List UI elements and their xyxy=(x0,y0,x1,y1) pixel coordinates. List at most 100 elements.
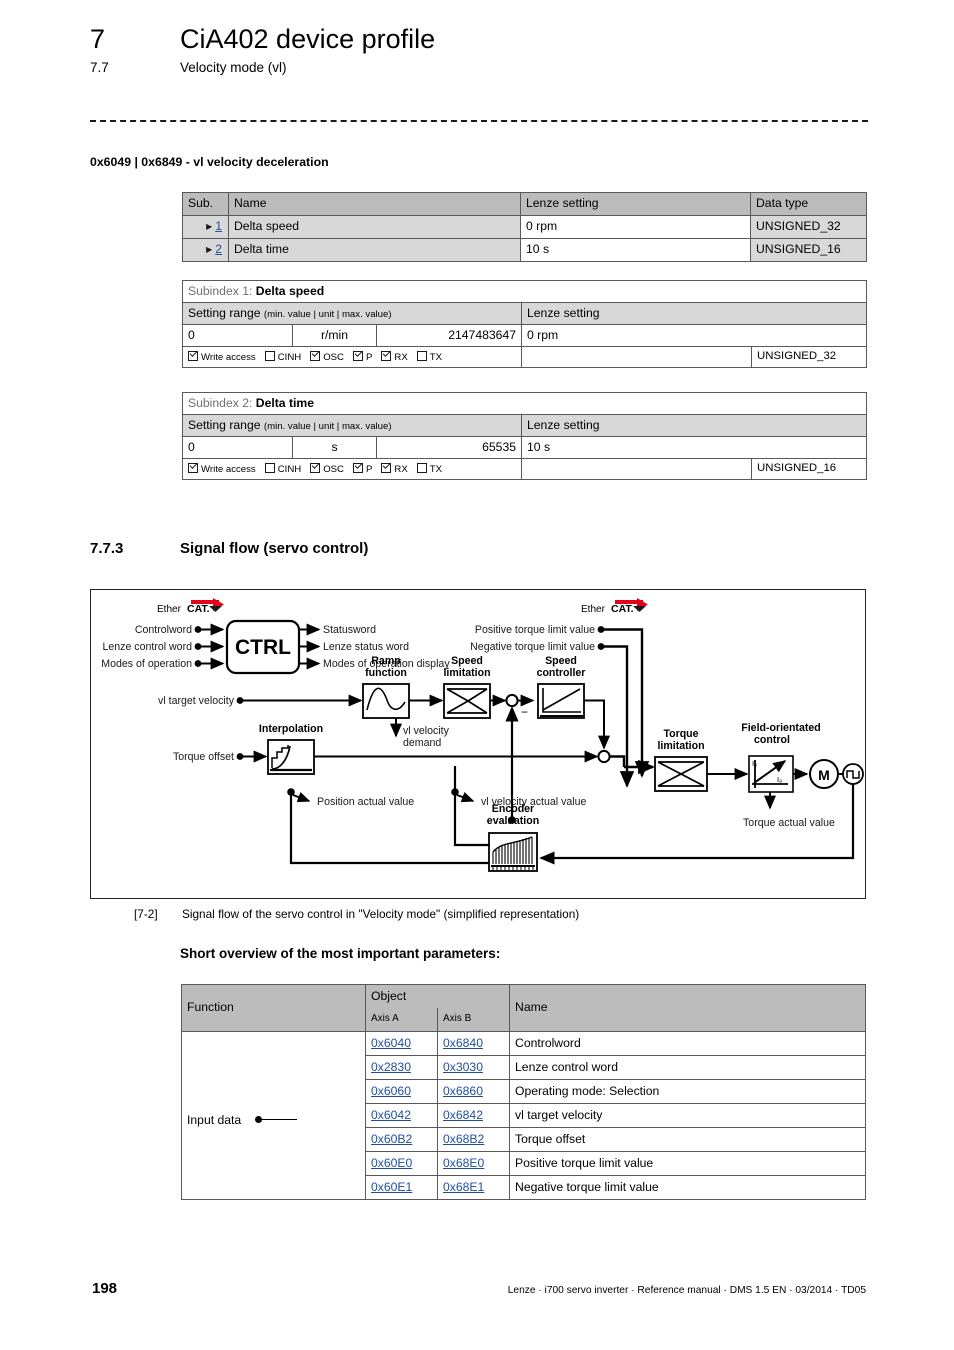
object-link-axis-b[interactable]: 0x68B2 xyxy=(443,1132,484,1146)
flag-label: OSC xyxy=(323,351,344,363)
flag-label: RX xyxy=(394,351,408,363)
subindex-link[interactable]: 2 xyxy=(215,242,222,256)
vl-target-velocity-signal: vl target velocity xyxy=(158,694,363,707)
object-axis-a[interactable]: 0x6060 xyxy=(365,1079,438,1104)
flag-rx[interactable]: RX xyxy=(381,350,408,363)
object-link-axis-a[interactable]: 0x60E1 xyxy=(371,1180,412,1194)
flag-rx[interactable]: RX xyxy=(381,462,408,475)
object-link-axis-a[interactable]: 0x6040 xyxy=(371,1036,411,1050)
ctrl-block-label: CTRL xyxy=(235,636,291,659)
label-vl-velocity-actual-value: vl velocity actual value xyxy=(481,796,587,808)
subindex-link[interactable]: 1 xyxy=(215,219,222,233)
object-link-axis-b[interactable]: 0x6840 xyxy=(443,1036,483,1050)
flag-p[interactable]: P xyxy=(352,462,372,475)
flag-p[interactable]: P xyxy=(352,350,372,363)
subindex-data-type: UNSIGNED_16 xyxy=(750,238,867,262)
object-link-axis-a[interactable]: 0x6042 xyxy=(371,1108,411,1122)
object-axis-b[interactable]: 0x68E1 xyxy=(436,1175,511,1200)
object-axis-a[interactable]: 0x60B2 xyxy=(365,1127,438,1152)
label-positive-torque-limit: Positive torque limit value xyxy=(475,624,595,636)
flags-spacer xyxy=(521,458,752,481)
label-lenze-control-word: Lenze control word xyxy=(102,641,192,653)
setting-range-hint: (min. value | unit | max. value) xyxy=(263,421,392,433)
table-row: Input data 0x6040 0x6840 Controlword xyxy=(181,1031,867,1200)
flag-osc[interactable]: OSC xyxy=(310,462,344,475)
object-axis-a[interactable]: 0x6040 xyxy=(365,1031,438,1056)
lenze-setting-header: Lenze setting xyxy=(520,414,868,438)
object-link-axis-b[interactable]: 0x3030 xyxy=(443,1060,483,1074)
object-axis-b[interactable]: 0x3030 xyxy=(436,1055,511,1080)
object-axis-a[interactable]: 0x60E0 xyxy=(365,1151,438,1176)
speed-controller-label-line1: Speed xyxy=(545,655,577,667)
motor-symbol-label: M xyxy=(818,767,830,783)
object-link-axis-a[interactable]: 0x60E0 xyxy=(371,1156,412,1170)
object-link-axis-b[interactable]: 0x6860 xyxy=(443,1084,483,1098)
flag-write-access[interactable]: Write access xyxy=(188,462,256,475)
object-link-axis-b[interactable]: 0x6842 xyxy=(443,1108,483,1122)
ramp-function-label-line1: Ramp xyxy=(371,655,401,667)
figure-caption-text: Signal flow of the servo control in "Vel… xyxy=(182,907,580,921)
flag-osc[interactable]: OSC xyxy=(310,350,344,363)
subindex-lenze-setting: 10 s xyxy=(520,238,751,262)
section-773-title: Signal flow (servo control) xyxy=(180,540,369,557)
detail-flags-row: Write access CINH OSC P RX TX UNSIGNED_16 xyxy=(182,458,868,481)
object-axis-b[interactable]: 0x6860 xyxy=(436,1079,511,1104)
label-vl-velocity-demand-line2: demand xyxy=(403,737,441,749)
object-axis-a[interactable]: 0x6042 xyxy=(365,1103,438,1128)
subindex-cell[interactable]: ▶ 2 xyxy=(182,238,229,262)
foc-label-line1: Field-orientated xyxy=(741,722,820,734)
section-number: 7.7 xyxy=(90,60,109,75)
object-link-axis-b[interactable]: 0x68E1 xyxy=(443,1180,484,1194)
flag-write-access[interactable]: Write access xyxy=(188,350,256,363)
object-axis-a[interactable]: 0x2830 xyxy=(365,1055,438,1080)
flag-cinh[interactable]: CINH xyxy=(264,462,301,475)
object-name: Torque offset xyxy=(509,1127,867,1152)
column-header-data-type: Data type xyxy=(750,192,867,216)
triangle-right-icon: ▶ xyxy=(206,244,213,254)
object-axis-b[interactable]: 0x6840 xyxy=(436,1031,511,1056)
subindex-title-prefix: Subindex 2: xyxy=(188,396,253,410)
object-axis-b[interactable]: 0x68E0 xyxy=(436,1151,511,1176)
triangle-right-icon: ▶ xyxy=(206,221,213,231)
function-input-data: Input data xyxy=(181,1031,366,1200)
speed-limitation-label-line1: Speed xyxy=(451,655,483,667)
flag-label: Write access xyxy=(201,351,256,363)
checkbox-checked-icon xyxy=(310,462,321,473)
function-label: Input data xyxy=(187,1113,242,1128)
chapter-number: 7 xyxy=(90,24,106,54)
object-link-axis-b[interactable]: 0x68E0 xyxy=(443,1156,484,1170)
object-axis-b[interactable]: 0x6842 xyxy=(436,1103,511,1128)
interpolation-block: Interpolation xyxy=(259,723,323,775)
checkbox-unchecked-icon xyxy=(416,462,427,473)
setting-range-header: Setting range (min. value | unit | max. … xyxy=(182,414,522,438)
subindex-cell[interactable]: ▶ 1 xyxy=(182,215,229,239)
checkbox-checked-icon xyxy=(352,462,363,473)
detail-title-row: Subindex 2: Delta time xyxy=(181,391,868,416)
column-header-object: Object xyxy=(364,984,511,1008)
unit-value: r/min xyxy=(292,324,377,348)
object-axis-b[interactable]: 0x68B2 xyxy=(436,1127,511,1152)
object-link-axis-a[interactable]: 0x60B2 xyxy=(371,1132,412,1146)
torque-limitation-label-line2: limitation xyxy=(657,740,704,752)
subindex-title: Subindex 1: Delta speed xyxy=(182,279,867,304)
checkbox-checked-icon xyxy=(381,462,392,473)
minus-sign-label: − xyxy=(521,705,528,719)
unit-value: s xyxy=(292,436,377,460)
flag-tx[interactable]: TX xyxy=(416,462,442,475)
object-axis-a[interactable]: 0x60E1 xyxy=(365,1175,438,1200)
figure-caption-number: [7-2] xyxy=(134,907,158,921)
object-link-axis-a[interactable]: 0x2830 xyxy=(371,1060,411,1074)
setting-range-hint: (min. value | unit | max. value) xyxy=(263,309,392,321)
label-position-actual-value: Position actual value xyxy=(317,796,414,808)
vl-velocity-demand-branch: vl velocity demand xyxy=(390,718,450,749)
ethercat-logo-left: Ether CAT. xyxy=(157,598,224,615)
object-name: Lenze control word xyxy=(509,1055,867,1080)
object-link-axis-a[interactable]: 0x6060 xyxy=(371,1084,411,1098)
checkbox-checked-icon xyxy=(188,350,198,361)
access-flags: Write access CINH OSC P RX TX xyxy=(182,458,522,481)
flag-tx[interactable]: TX xyxy=(416,350,442,363)
detail-header-row: Setting range (min. value | unit | max. … xyxy=(182,302,867,326)
section-line: 7.7 Velocity mode (vl) xyxy=(90,60,880,75)
flag-cinh[interactable]: CINH xyxy=(264,350,301,363)
detail-values-row: 0 s 65535 10 s xyxy=(182,436,868,460)
